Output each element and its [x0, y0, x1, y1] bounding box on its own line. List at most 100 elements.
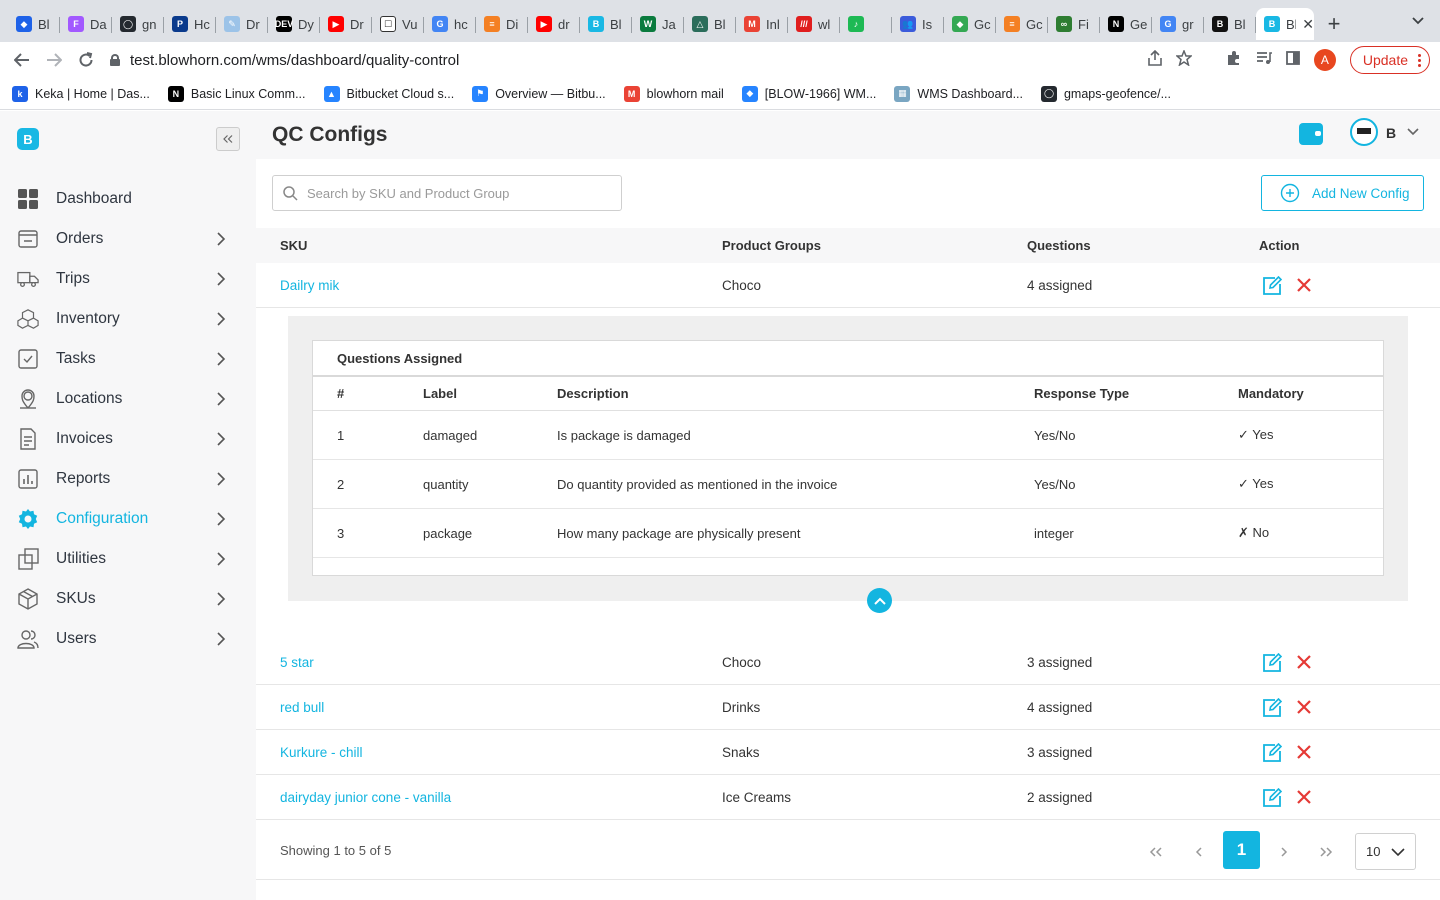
browser-tab[interactable]: ≡ Gc [996, 8, 1048, 40]
browser-tab[interactable]: ≡ Di [476, 8, 528, 40]
sidebar-item-inventory[interactable]: Inventory [0, 299, 256, 339]
back-icon[interactable] [6, 44, 38, 76]
sidebar-item-skus[interactable]: SKUs [0, 579, 256, 619]
edit-icon[interactable] [1262, 787, 1283, 808]
sidebar-item-orders[interactable]: Orders [0, 219, 256, 259]
browser-tab[interactable]: ◆ Bl [8, 8, 60, 40]
browser-tab[interactable]: B Bl [580, 8, 632, 40]
browser-tab[interactable]: ▶ dr [528, 8, 580, 40]
side-panel-icon[interactable] [1285, 51, 1300, 69]
browser-tab[interactable]: /// wl [788, 8, 840, 40]
bookmark-item[interactable]: k Keka | Home | Das... [12, 85, 150, 102]
browser-tab[interactable]: B Bl [1204, 8, 1256, 40]
sidebar-item-reports[interactable]: Reports [0, 459, 256, 499]
delete-icon[interactable] [1296, 744, 1312, 760]
first-page-icon[interactable] [1145, 841, 1167, 863]
browser-tab[interactable]: ∞ Fi [1048, 8, 1100, 40]
avatar[interactable] [1350, 118, 1378, 146]
sidebar: B Dashboard Orders Trips Inventory Tasks Loca… [0, 111, 256, 900]
browser-tab[interactable]: ♪ [840, 8, 892, 40]
add-new-config-button[interactable]: Add New Config [1261, 175, 1424, 211]
sidebar-item-dashboard[interactable]: Dashboard [0, 179, 256, 219]
sku-link[interactable]: Dailry mik [280, 278, 339, 293]
edit-icon[interactable] [1262, 742, 1283, 763]
chevron-down-icon[interactable] [1407, 128, 1419, 136]
search-input[interactable] [307, 185, 617, 201]
last-page-icon[interactable] [1315, 841, 1337, 863]
share-icon[interactable] [1148, 49, 1162, 70]
browser-update-button[interactable]: Update [1349, 46, 1430, 74]
browser-tab[interactable]: Ghc [424, 8, 476, 40]
new-tab-button[interactable]: + [1314, 8, 1354, 40]
sidebar-item-trips[interactable]: Trips [0, 259, 256, 299]
column-header-product-groups[interactable]: Product Groups [722, 228, 821, 263]
sidebar-item-label: Configuration [56, 510, 149, 527]
reload-icon[interactable] [70, 44, 102, 76]
bookmark-item[interactable]: ▲ Bitbucket Cloud s... [323, 85, 454, 102]
browser-profile-avatar[interactable]: A [1313, 49, 1336, 71]
sidebar-item-tasks[interactable]: Tasks [0, 339, 256, 379]
browser-tab[interactable]: ◯ gn [112, 8, 164, 40]
browser-tab[interactable]: W Ja [632, 8, 684, 40]
edit-icon[interactable] [1262, 697, 1283, 718]
table-row[interactable]: red bull Drinks 4 assigned [256, 685, 1440, 730]
edit-icon[interactable] [1262, 652, 1283, 673]
bookmark-item[interactable]: ⚑ Overview — Bitbu... [472, 85, 606, 102]
tab-search-icon[interactable] [1412, 12, 1424, 28]
bookmark-item[interactable]: ▦ WMS Dashboard... [894, 85, 1023, 102]
browser-tab[interactable]: ✎ Dr [216, 8, 268, 40]
url-field[interactable]: test.blowhorn.com/wms/dashboard/quality-… [110, 46, 1210, 74]
sku-link[interactable]: red bull [280, 700, 324, 715]
sku-link[interactable]: Kurkure - chill [280, 745, 363, 760]
table-row[interactable]: Dailry mik Choco 4 assigned [256, 263, 1440, 308]
bookmark-item[interactable]: ◆ [BLOW-1966] WM... [741, 85, 876, 102]
browser-tab[interactable]: △ Bl [684, 8, 736, 40]
edit-icon[interactable] [1262, 275, 1283, 296]
browser-tab[interactable]: Ggr [1152, 8, 1204, 40]
next-page-icon[interactable] [1273, 841, 1295, 863]
browser-tab[interactable]: ◆ Gc [944, 8, 996, 40]
app-logo[interactable]: B [17, 128, 39, 150]
tab-close-icon[interactable]: ✕ [1302, 16, 1314, 33]
browser-tab-active[interactable]: B Bl ✕ [1256, 8, 1314, 40]
browser-tab[interactable]: P Hc [164, 8, 216, 40]
media-queue-icon[interactable] [1256, 51, 1272, 69]
extensions-icon[interactable] [1226, 50, 1242, 70]
sidebar-item-utilities[interactable]: Utilities [0, 539, 256, 579]
column-header-action: Action [1259, 238, 1300, 253]
browser-tab[interactable]: 👥 Is [892, 8, 944, 40]
browser-tab[interactable]: ☐ Vu [372, 8, 424, 40]
column-header-questions[interactable]: Questions [1027, 228, 1091, 263]
table-row[interactable]: Kurkure - chill Snaks 3 assigned [256, 730, 1440, 775]
browser-tab[interactable]: F Da [60, 8, 112, 40]
sidebar-item-configuration[interactable]: Configuration [0, 499, 256, 539]
bookmark-item[interactable]: ◯ gmaps-geofence/... [1040, 85, 1171, 102]
bookmark-item[interactable]: Mblowhorn mail [623, 85, 724, 102]
table-row[interactable]: 5 star Choco 3 assigned [256, 640, 1440, 685]
page-size-select[interactable]: 10 [1355, 833, 1416, 870]
collapse-row-button[interactable] [867, 588, 892, 613]
sidebar-item-users[interactable]: Users [0, 619, 256, 659]
collapse-sidebar-button[interactable] [216, 127, 240, 151]
sidebar-item-invoices[interactable]: Invoices [0, 419, 256, 459]
browser-tab[interactable]: ▶ Dr [320, 8, 372, 40]
sidebar-item-locations[interactable]: Locations [0, 379, 256, 419]
browser-tab[interactable]: N Ge [1100, 8, 1152, 40]
bookmark-star-icon[interactable] [1174, 48, 1193, 70]
browser-tab[interactable]: DEV Dy [268, 8, 320, 40]
bookmark-item[interactable]: N Basic Linux Comm... [167, 85, 306, 102]
wallet-icon[interactable] [1299, 123, 1323, 145]
delete-icon[interactable] [1296, 277, 1312, 293]
delete-icon[interactable] [1296, 654, 1312, 670]
column-header-sku[interactable]: SKU [280, 228, 307, 263]
delete-icon[interactable] [1296, 789, 1312, 805]
current-page-button[interactable]: 1 [1223, 831, 1260, 869]
table-row[interactable]: dairyday junior cone - vanilla Ice Creams… [256, 775, 1440, 820]
browser-tab[interactable]: M Inl [736, 8, 788, 40]
user-initial[interactable]: B [1386, 125, 1396, 141]
delete-icon[interactable] [1296, 699, 1312, 715]
sku-link[interactable]: dairyday junior cone - vanilla [280, 790, 451, 805]
prev-page-icon[interactable] [1188, 841, 1210, 863]
forward-icon[interactable] [38, 44, 70, 76]
sku-link[interactable]: 5 star [280, 655, 314, 670]
